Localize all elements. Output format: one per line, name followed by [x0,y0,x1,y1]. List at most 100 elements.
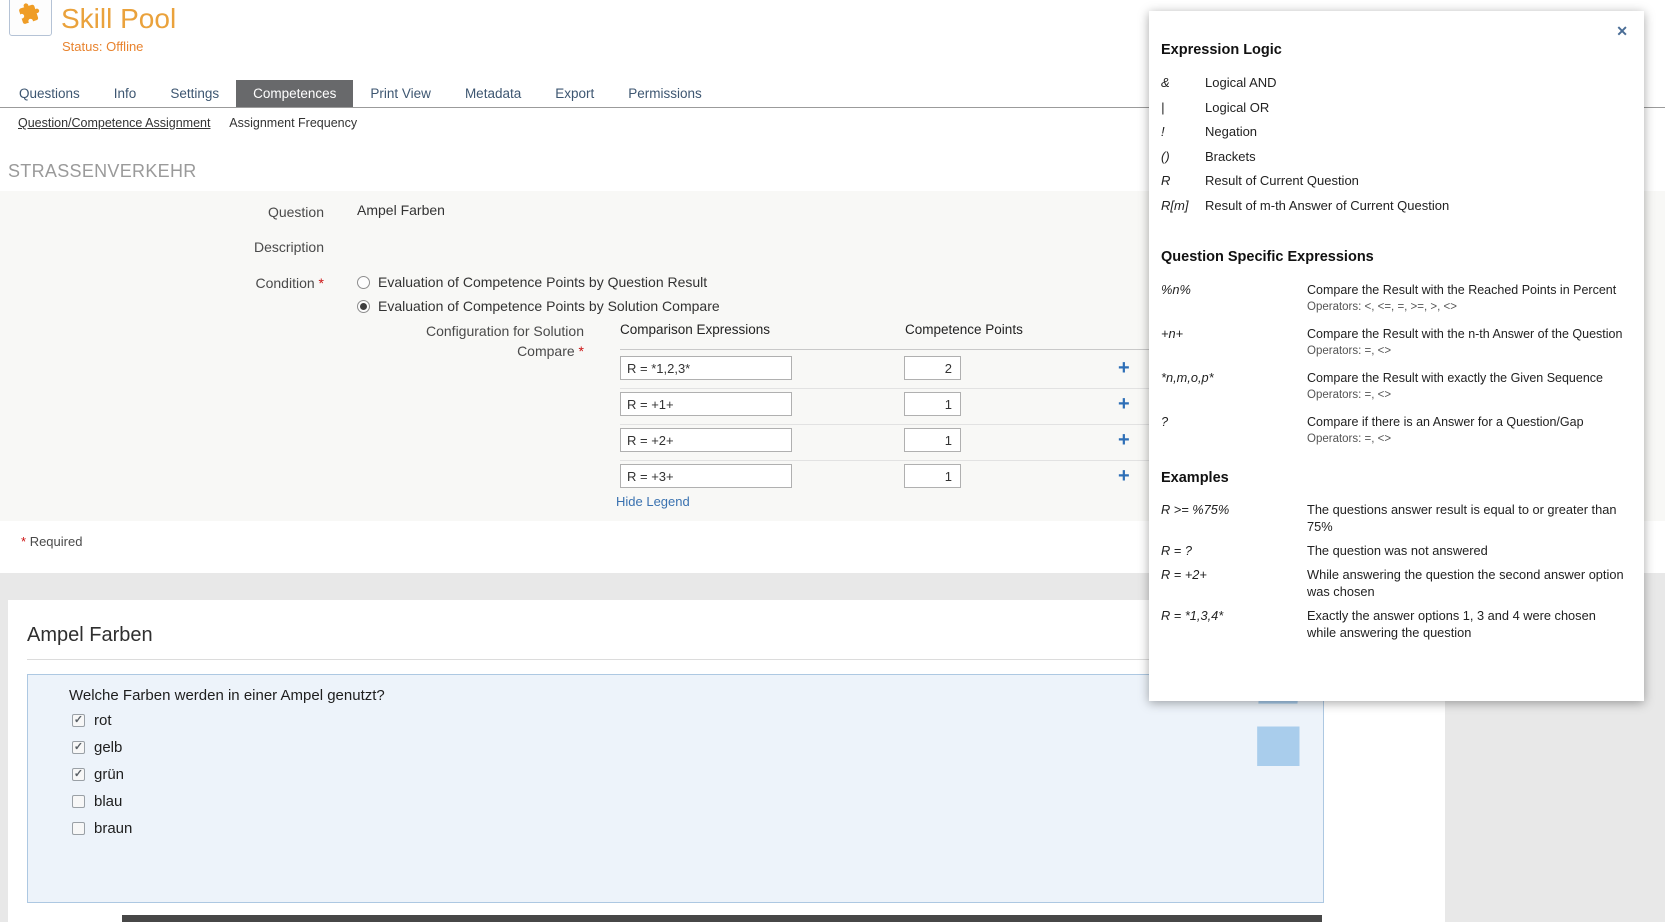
radio-solution-compare[interactable] [357,300,370,313]
legend-symbol: R [1161,169,1205,194]
legend-desc: Result of Current Question [1205,169,1359,194]
required-note: * Required [21,534,82,549]
tab-metadata[interactable]: Metadata [448,80,538,107]
condition-label: Condition * [0,275,324,291]
tab-print-view[interactable]: Print View [353,80,448,107]
legend-desc: Brackets [1205,145,1256,170]
add-expression-icon[interactable]: + [1118,465,1130,487]
legend-operators: Operators: =, <> [1307,388,1603,403]
legend-expression-item: +n+ Compare the Result with the n-th Ans… [1161,326,1630,359]
tab-info[interactable]: Info [97,80,154,107]
answer-option-gelb[interactable]: gelb [72,738,122,756]
legend-section-title-question-specific: Question Specific Expressions [1161,248,1630,266]
legend-desc: The questions answer result is equal to … [1307,501,1625,535]
legend-item: () Brackets [1161,145,1630,170]
legend-desc: Compare the Result with the Reached Poin… [1307,282,1616,298]
section-title: STRASSENVERKEHR [8,161,197,182]
comparison-expression-input[interactable] [620,428,792,452]
condition-option-question-result[interactable]: Evaluation of Competence Points by Quest… [357,274,707,290]
required-note-text: Required [30,534,83,549]
legend-desc: Compare if there is an Answer for a Ques… [1307,414,1584,430]
description-label: Description [0,239,324,255]
required-asterisk: * [21,534,26,549]
legend-symbol: | [1161,96,1205,121]
legend-desc-block: Compare the Result with the n-th Answer … [1307,326,1622,359]
answer-checkbox-braun[interactable] [72,822,85,835]
competence-points-input[interactable] [904,356,961,380]
legend-operators: Operators: =, <> [1307,344,1622,359]
tab-questions[interactable]: Questions [2,80,97,107]
question-value: Ampel Farben [357,202,445,218]
sub-navigation: Question/Competence Assignment Assignmen… [18,116,373,130]
app-logo [9,0,52,36]
legend-example-item: R >= %75% The questions answer result is… [1161,501,1630,535]
add-expression-icon[interactable]: + [1118,429,1130,451]
answer-option-rot[interactable]: rot [72,711,112,729]
subnav-question-competence-assignment[interactable]: Question/Competence Assignment [18,116,210,130]
page-title: Skill Pool [61,3,176,35]
legend-desc: Compare the Result with exactly the Give… [1307,370,1603,386]
legend-desc: Logical OR [1205,96,1269,121]
bottom-strip [122,915,1322,922]
row-divider [620,424,1220,425]
legend-example-item: R = +2+ While answering the question the… [1161,566,1630,600]
close-icon[interactable]: ✕ [1616,23,1628,40]
radio-question-result[interactable] [357,276,370,289]
table-header-divider [620,349,1220,350]
competence-points-input[interactable] [904,392,961,416]
legend-symbol: %n% [1161,282,1307,315]
answer-option-blau[interactable]: blau [72,792,122,810]
legend-symbol: R >= %75% [1161,501,1307,535]
answer-label: blau [94,793,122,810]
legend-symbol: R = *1,3,4* [1161,607,1307,641]
legend-item: ! Negation [1161,120,1630,145]
radio-label: Evaluation of Competence Points by Quest… [378,274,707,290]
legend-symbol: & [1161,71,1205,96]
legend-desc-block: Compare the Result with the Reached Poin… [1307,282,1616,315]
subnav-assignment-frequency[interactable]: Assignment Frequency [229,116,357,130]
answer-checkbox-rot[interactable] [72,714,85,727]
legend-desc: Exactly the answer options 1, 3 and 4 we… [1307,607,1625,641]
answer-checkbox-blau[interactable] [72,795,85,808]
answer-checkbox-gelb[interactable] [72,741,85,754]
legend-symbol: R = +2+ [1161,566,1307,600]
legend-symbol: R[m] [1161,194,1205,219]
competence-points-input[interactable] [904,428,961,452]
comparison-expression-input[interactable] [620,356,792,380]
answer-option-braun[interactable]: braun [72,819,132,837]
tab-competences[interactable]: Competences [236,80,353,107]
question-box: Welche Farben werden in einer Ampel genu… [27,674,1324,903]
add-expression-icon[interactable]: + [1118,393,1130,415]
legend-desc: Result of m-th Answer of Current Questio… [1205,194,1449,219]
legend-section-title-examples: Examples [1161,469,1630,487]
legend-symbol: ? [1161,414,1307,447]
legend-desc: Logical AND [1205,71,1277,96]
competence-points-input[interactable] [904,464,961,488]
answer-checkbox-gruen[interactable] [72,768,85,781]
comparison-expression-input[interactable] [620,392,792,416]
add-expression-icon[interactable]: + [1118,357,1130,379]
legend-item: & Logical AND [1161,71,1630,96]
config-solution-compare-label: Configuration for Solution Compare * [0,321,584,361]
legend-desc-block: Compare if there is an Answer for a Ques… [1307,414,1584,447]
comparison-expression-input[interactable] [620,464,792,488]
legend-item: R[m] Result of m-th Answer of Current Qu… [1161,194,1630,219]
column-header-competence-points: Competence Points [905,322,1023,337]
condition-label-text: Condition [256,275,315,291]
condition-option-solution-compare[interactable]: Evaluation of Competence Points by Solut… [357,298,720,314]
legend-symbol: R = ? [1161,542,1307,559]
answer-label: braun [94,820,132,837]
tab-permissions[interactable]: Permissions [611,80,719,107]
hide-legend-link[interactable]: Hide Legend [616,494,690,509]
question-label: Question [0,204,324,220]
status-text: Status: Offline [62,39,143,54]
legend-expression-item: *n,m,o,p* Compare the Result with exactl… [1161,370,1630,403]
config-label-line1: Configuration for Solution [426,323,584,339]
tab-settings[interactable]: Settings [153,80,236,107]
legend-operators: Operators: =, <> [1307,432,1584,447]
question-text: Welche Farben werden in einer Ampel genu… [69,687,385,704]
required-asterisk: * [319,275,324,291]
answer-option-gruen[interactable]: grün [72,765,124,783]
tab-export[interactable]: Export [538,80,611,107]
row-divider [620,388,1220,389]
